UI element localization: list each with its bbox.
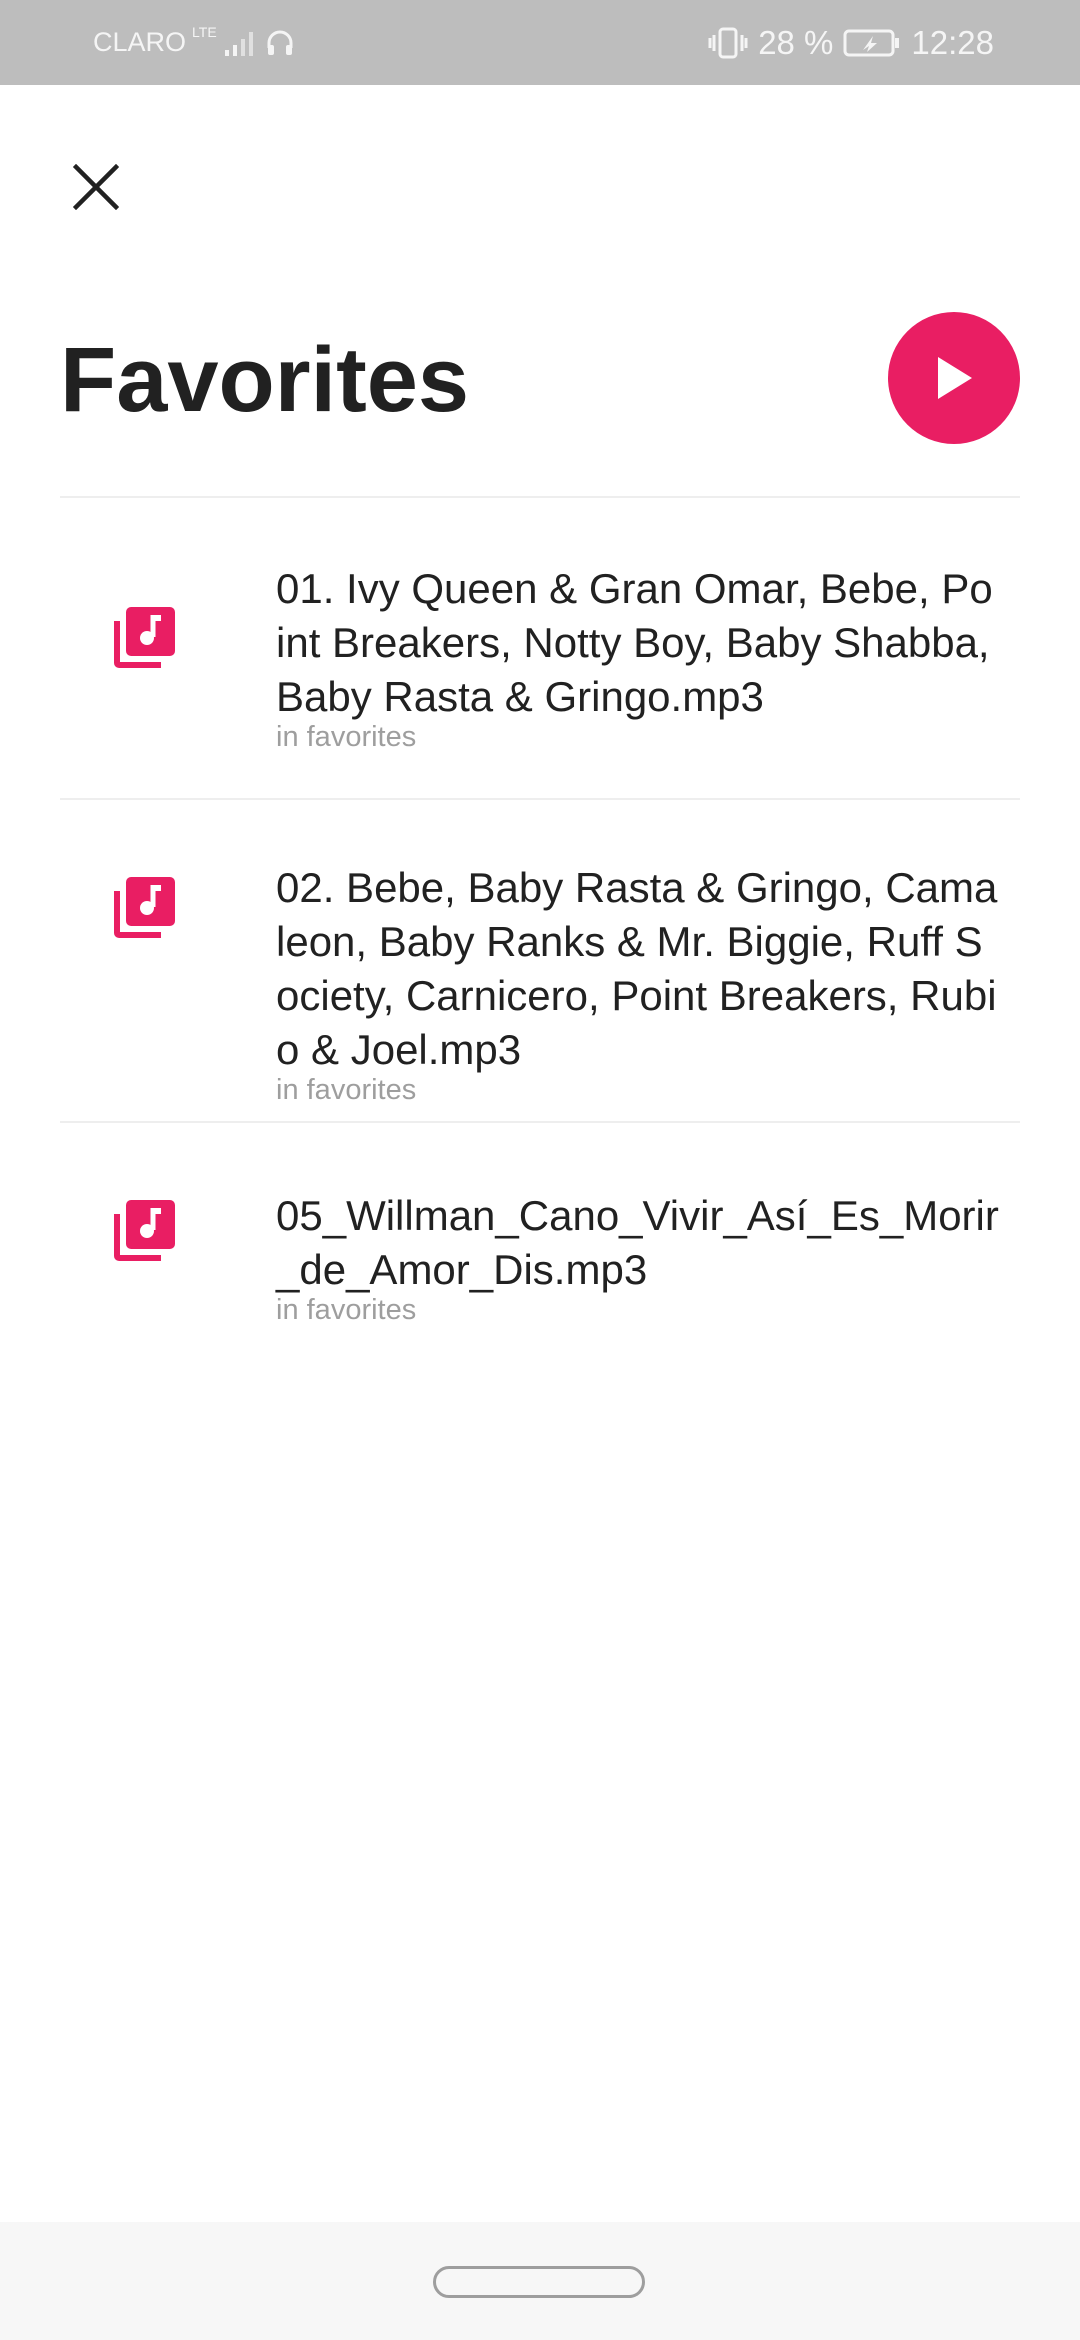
list-item[interactable]: 01. Ivy Queen & Gran Omar, Bebe, Point B… xyxy=(60,498,1020,798)
battery-icon xyxy=(843,29,900,56)
status-right: 28 % 12:28 xyxy=(708,0,994,85)
track-title: 01. Ivy Queen & Gran Omar, Bebe, Point B… xyxy=(276,565,993,720)
clock: 12:28 xyxy=(911,23,994,61)
list-item-icon-cell xyxy=(60,498,276,798)
track-title: 05_Willman_Cano_Vivir_Así_Es_Morir_de_Am… xyxy=(276,1192,999,1293)
track-subtitle: in favorites xyxy=(276,1294,417,1326)
music-library-icon xyxy=(114,877,175,938)
list-item-icon-cell xyxy=(60,1123,276,1363)
track-subtitle: in favorites xyxy=(276,1074,417,1106)
headphones-icon xyxy=(267,30,293,55)
carrier-name: CLARO xyxy=(93,27,187,57)
battery-percent: 28 % xyxy=(758,23,834,61)
list-item-icon-cell xyxy=(60,800,276,1121)
list-item-text: 01. Ivy Queen & Gran Omar, Bebe, Point B… xyxy=(276,498,1020,798)
vibrate-icon xyxy=(708,27,748,58)
status-left: CLARO LTE xyxy=(93,0,295,85)
list-item-text: 02. Bebe, Baby Rasta & Gringo, Camaleon,… xyxy=(276,800,1020,1121)
music-library-icon xyxy=(114,607,175,668)
play-icon xyxy=(938,357,972,399)
close-icon xyxy=(73,164,119,210)
list-item-text: 05_Willman_Cano_Vivir_Así_Es_Morir_de_Am… xyxy=(276,1123,1020,1363)
list-item[interactable]: 05_Willman_Cano_Vivir_Así_Es_Morir_de_Am… xyxy=(60,1123,1020,1363)
network-type: LTE xyxy=(192,24,217,40)
status-bar: CLARO LTE 28 % 12:28 xyxy=(0,0,1080,85)
track-title: 02. Bebe, Baby Rasta & Gringo, Camaleon,… xyxy=(276,864,998,1073)
navigation-bar xyxy=(0,2222,1080,2340)
track-subtitle: in favorites xyxy=(276,721,417,753)
play-all-button[interactable] xyxy=(888,312,1020,444)
page-title: Favorites xyxy=(60,329,470,431)
favorites-list: 01. Ivy Queen & Gran Omar, Bebe, Point B… xyxy=(60,496,1020,1363)
list-item[interactable]: 02. Bebe, Baby Rasta & Gringo, Camaleon,… xyxy=(60,800,1020,1121)
close-button[interactable] xyxy=(66,157,126,217)
home-gesture-handle[interactable] xyxy=(433,2266,645,2298)
music-library-icon xyxy=(114,1200,175,1261)
signal-icon xyxy=(224,31,253,56)
